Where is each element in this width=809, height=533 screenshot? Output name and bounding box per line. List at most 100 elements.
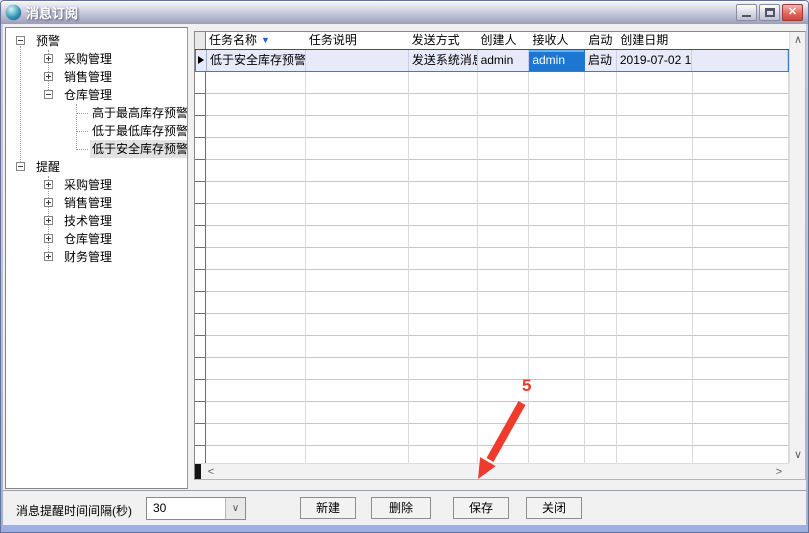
close-button[interactable]: ✕ [782,4,803,21]
scroll-left-icon[interactable]: < [203,465,219,479]
grid-cell[interactable]: 低于安全库存预警 [207,50,306,71]
column-header[interactable]: 任务说明 [306,32,409,49]
tree-item[interactable]: 仓库管理 [6,230,187,248]
empty-cell [529,138,585,160]
tree-item-label[interactable]: 技术管理 [62,212,187,230]
empty-grid-row[interactable] [195,248,789,270]
empty-cell [306,358,409,380]
tree-item-label[interactable]: 采购管理 [62,176,187,194]
empty-cell [409,292,478,314]
column-header[interactable]: 任务名称▼ [206,32,306,49]
new-button[interactable]: 新建 [300,497,356,519]
tree-item-label[interactable]: 仓库管理 [62,230,187,248]
empty-grid-row[interactable] [195,204,789,226]
save-button[interactable]: 保存 [453,497,509,519]
tree-item[interactable]: 预警 [6,32,187,50]
tree-item[interactable]: 低于安全库存预警 [6,140,187,158]
tree-item-label[interactable]: 低于最低库存预警 [90,122,187,140]
grid-cell[interactable]: admin [529,50,585,71]
chevron-down-icon[interactable]: ∨ [225,498,245,519]
delete-button[interactable]: 删除 [371,497,431,519]
tree-item-label[interactable]: 财务管理 [62,248,187,266]
column-header[interactable]: 创建人 [478,32,530,49]
tree-item-label[interactable]: 预警 [34,32,187,50]
tree-item-label[interactable]: 销售管理 [62,194,187,212]
tree-item-label[interactable]: 提醒 [34,158,187,176]
selected-row[interactable]: 低于安全库存预警发送系统消息adminadmin启动2019-07-02 1 [195,50,789,72]
empty-cell [306,226,409,248]
empty-grid-row[interactable] [195,292,789,314]
scroll-down-icon[interactable]: ∨ [790,448,806,462]
tree-expand-icon[interactable] [44,234,53,243]
tree-item[interactable]: 采购管理 [6,50,187,68]
tree-expand-icon[interactable] [44,252,53,261]
tree-collapse-icon[interactable] [44,90,53,99]
minimize-button[interactable] [736,4,757,21]
empty-grid-row[interactable] [195,402,789,424]
empty-cell [206,204,306,226]
empty-grid-row[interactable] [195,314,789,336]
empty-cell [617,358,693,380]
empty-grid-row[interactable] [195,138,789,160]
column-header[interactable]: 发送方式 [409,32,478,49]
tree-item-label[interactable]: 采购管理 [62,50,187,68]
horizontal-scrollbar[interactable]: < > [195,463,789,479]
grid-cell[interactable]: 2019-07-02 1 [617,50,693,71]
empty-grid-row[interactable] [195,380,789,402]
tree-item[interactable]: 财务管理 [6,248,187,266]
empty-grid-row[interactable] [195,336,789,358]
empty-grid-row[interactable] [195,446,789,463]
title-bar[interactable]: 消息订阅 ✕ [1,1,808,24]
tree-expand-icon[interactable] [44,216,53,225]
column-header[interactable]: 创建日期 [617,32,693,49]
interval-select[interactable]: 30 ∨ [146,497,246,520]
tree-item[interactable]: 技术管理 [6,212,187,230]
tree-collapse-icon[interactable] [16,162,25,171]
tree-item-label[interactable]: 低于安全库存预警 [90,140,187,158]
empty-grid-row[interactable] [195,270,789,292]
tree-item[interactable]: 销售管理 [6,68,187,86]
empty-grid-row[interactable] [195,182,789,204]
tree-item-label[interactable]: 高于最高库存预警 [90,104,187,122]
close-dialog-button[interactable]: 关闭 [526,497,582,519]
tree-item[interactable]: 提醒 [6,158,187,176]
empty-grid-row[interactable] [195,358,789,380]
tree-item[interactable]: 仓库管理 [6,86,187,104]
grid-cell[interactable]: 启动 [585,50,617,71]
tree-item-label[interactable]: 销售管理 [62,68,187,86]
tree-item[interactable]: 销售管理 [6,194,187,212]
tree-expand-icon[interactable] [44,54,53,63]
empty-grid-row[interactable] [195,94,789,116]
grid-cell[interactable]: admin [478,50,530,71]
row-marker-cell[interactable] [196,50,207,71]
empty-cell [693,446,789,463]
tree-item[interactable]: 低于最低库存预警 [6,122,187,140]
tree-item[interactable]: 采购管理 [6,176,187,194]
grid-corner-cell [195,32,206,49]
scroll-up-icon[interactable]: ∧ [790,33,806,47]
tree-expand-icon[interactable] [44,180,53,189]
horizontal-scroll-thumb[interactable] [195,464,201,479]
column-header[interactable]: 启动 [585,32,617,49]
tree-expand-icon[interactable] [44,198,53,207]
scroll-right-icon[interactable]: > [771,465,787,479]
task-grid: 任务名称▼任务说明发送方式创建人接收人启动创建日期 低于安全库存预警 发送系统消息… [194,31,806,480]
grid-body[interactable]: 低于安全库存预警发送系统消息adminadmin启动2019-07-02 1 [195,50,789,463]
maximize-button[interactable] [759,4,780,21]
grid-cell[interactable] [306,50,408,71]
vertical-scrollbar[interactable]: ∧ ∨ [789,32,805,463]
tree-expand-icon[interactable] [44,72,53,81]
tree-item-label[interactable]: 仓库管理 [62,86,187,104]
tree-item[interactable]: 高于最高库存预警 [6,104,187,122]
grid-cell[interactable] [692,50,788,71]
empty-grid-row[interactable] [195,116,789,138]
grid-cell[interactable]: 发送系统消息 [409,50,478,71]
empty-grid-row[interactable] [195,72,789,94]
column-header[interactable] [693,32,789,49]
empty-grid-row[interactable] [195,424,789,446]
empty-grid-row[interactable] [195,226,789,248]
row-selector-cell [195,446,206,463]
empty-grid-row[interactable] [195,160,789,182]
tree-collapse-icon[interactable] [16,36,25,45]
column-header[interactable]: 接收人 [529,32,585,49]
